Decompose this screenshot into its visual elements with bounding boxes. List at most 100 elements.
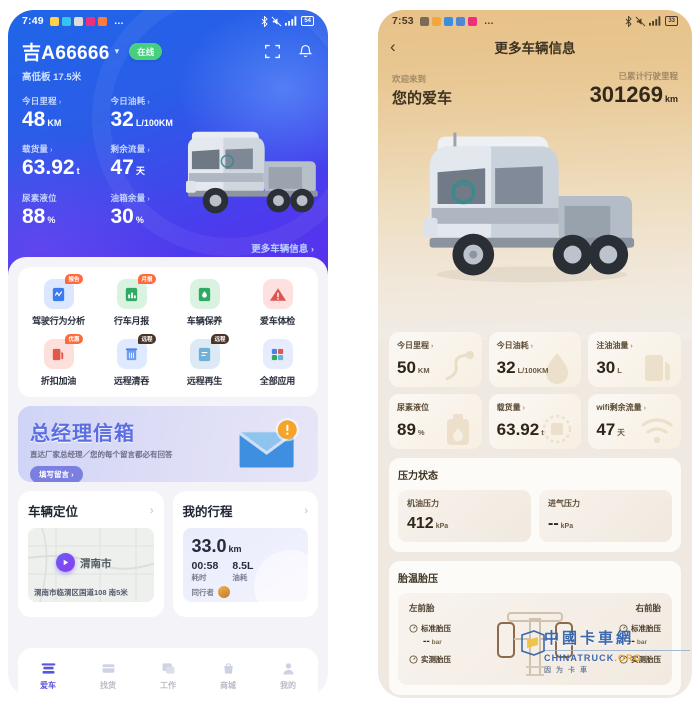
gauge-icon	[409, 655, 418, 664]
stat-value: 30%	[110, 204, 144, 228]
watermark-cn: 中國卡車網	[544, 630, 635, 647]
mute-icon	[271, 16, 282, 26]
pressure-status-section: 压力状态 机油压力 412 kPa 进气压力 -- kPa	[389, 458, 681, 552]
welcome-row: 欢迎来到 您的爱车 已累计行驶里程 301269 km	[378, 62, 692, 108]
apps-card: 报告 驾驶行为分析 月报 行车月报 车辆保养 爱车体检 优惠 折扣加油 远程 远…	[18, 267, 318, 397]
stat-item[interactable]: 今日油耗 › 32 L/100KM	[111, 95, 200, 133]
maintenance-icon	[189, 279, 220, 309]
watermark-divider	[544, 650, 690, 651]
app-monthly-report[interactable]: 月报 行车月报	[95, 274, 168, 327]
metric-card[interactable]: 载货量 › 63.92 t	[488, 394, 582, 449]
left-tire-readings: 标准胎压 -- bar 实测胎压	[409, 623, 451, 667]
app-icon	[443, 16, 453, 26]
app-driving-behavior-analysis[interactable]: 报告 驾驶行为分析	[22, 274, 95, 327]
metric-value: 63.92 t	[496, 420, 544, 439]
status-app-icons: …	[49, 15, 124, 27]
left-front-tire-title: 左前胎	[409, 603, 435, 613]
work-icon	[162, 662, 174, 674]
chevron-down-icon[interactable]: ▾	[115, 46, 120, 57]
analysis-icon: 报告	[43, 274, 83, 309]
chinatruck-watermark: 中國卡車網 CHINATRUCK.ORG 因为卡車	[521, 627, 690, 675]
app-label: 远程再生	[186, 376, 223, 386]
tab-work[interactable]: 工作	[138, 660, 198, 691]
vehicle-plate[interactable]: 吉A66666	[22, 38, 110, 65]
my-trip-card[interactable]: 我的行程 › 33.0 km 00:58 耗时 8.5L 油耗 同行者	[172, 491, 318, 617]
tire-reading-label: 实测胎压	[421, 655, 451, 664]
app-vehicle-inspection[interactable]: 爱车体检	[241, 279, 314, 327]
watermark-logo-icon	[521, 630, 545, 656]
stat-label: 剩余流量 ›	[110, 144, 150, 155]
app-remote-regeneration[interactable]: 远程 远程再生	[168, 334, 241, 387]
truck-image-large	[423, 132, 635, 283]
app-label: 车辆保养	[186, 316, 223, 326]
metric-value: 30 L	[596, 358, 622, 377]
metric-card[interactable]: 尿素液位 89%	[389, 394, 482, 449]
metric-card[interactable]: wifi剩余流量 › 47 天	[588, 394, 681, 449]
person-icon	[282, 662, 294, 674]
more-vehicle-info-link[interactable]: 更多车辆信息 ›	[251, 241, 314, 255]
tab-profile[interactable]: 我的	[258, 660, 318, 691]
stat-item[interactable]: 剩余流量 › 47 天	[111, 143, 200, 181]
status-overflow: …	[113, 15, 124, 27]
status-time: 7:49	[22, 15, 44, 27]
app-all-applications[interactable]: 全部应用	[241, 339, 314, 387]
vehicle-header-panel: 7:49 … 54 吉A66666 ▾ 在线 高低板 17.5米 今日里程 › …	[8, 10, 328, 275]
regen-icon: 远程	[189, 334, 229, 369]
clock-icon	[61, 16, 71, 26]
app-icon	[431, 16, 441, 26]
battery-indicator: 54	[301, 16, 314, 26]
pressure-items: 机油压力 412 kPa 进气压力 -- kPa	[398, 490, 672, 542]
chevron-right-icon[interactable]: ›	[150, 505, 154, 517]
left-phone-screen: 7:49 … 54 吉A66666 ▾ 在线 高低板 17.5米 今日里程 › …	[8, 10, 328, 698]
metric-card[interactable]: 注油油量 › 30 L	[588, 332, 681, 387]
map-address: 渭南市临渭区国道108 南5米	[34, 587, 128, 597]
stat-label: 今日油耗 ›	[110, 96, 150, 106]
bell-icon[interactable]	[297, 43, 314, 60]
mute-icon	[635, 16, 646, 26]
card-title: 我的行程	[182, 505, 233, 519]
stat-label: 尿素液位	[22, 192, 57, 203]
app-discount-refuel[interactable]: 优惠 折扣加油	[22, 334, 95, 387]
fuel-icon: 优惠	[43, 334, 83, 369]
tab-label: 爱车	[40, 680, 56, 690]
app-remote-purge[interactable]: 远程 远程清吞	[95, 334, 168, 387]
scan-icon[interactable]	[264, 43, 281, 60]
welcome-big: 您的爱车	[392, 90, 453, 107]
gallery-icon	[467, 16, 477, 26]
app-icon	[455, 16, 465, 26]
stat-item[interactable]: 今日里程 › 48 KM	[22, 95, 111, 133]
grid-icon	[262, 339, 293, 369]
right-nav-bar: ‹ 更多车辆信息	[378, 32, 692, 62]
stat-item[interactable]: 载货量 › 63.92 t	[22, 143, 111, 181]
metric-card[interactable]: 今日油耗 › 32 L/100KM	[488, 332, 582, 387]
stat-item[interactable]: 油箱余量 › 30%	[111, 192, 200, 230]
map-preview[interactable]: 渭南市 渭南市临渭区国道108 南5米	[28, 528, 154, 602]
metric-card[interactable]: 今日里程 › 50 KM	[389, 332, 482, 387]
avatar	[218, 586, 230, 598]
trip-companion: 同行者	[192, 586, 300, 598]
signal-icon	[285, 16, 297, 26]
truck-icon	[41, 662, 55, 674]
app-badge: 月报	[138, 274, 156, 284]
card-title: 车辆定位	[28, 505, 79, 519]
app-icon	[97, 16, 107, 26]
trip-duration: 00:58 耗时	[191, 560, 219, 582]
welcome-small: 欢迎来到	[392, 74, 427, 84]
tab-shop[interactable]: 商城	[198, 660, 258, 691]
chevron-right-icon[interactable]: ›	[304, 505, 308, 517]
gm-banner-button[interactable]: 填写留言 ›	[30, 466, 83, 482]
apps-grid: 报告 驾驶行为分析 月报 行车月报 车辆保养 爱车体检 优惠 折扣加油 远程 远…	[22, 274, 314, 387]
tab-my-vehicle[interactable]: 爱车	[18, 660, 78, 691]
app-label: 爱车体检	[259, 316, 296, 326]
stat-label: 今日里程 ›	[22, 96, 62, 106]
tab-find-cargo[interactable]: 找货	[78, 660, 138, 691]
app-vehicle-maintenance[interactable]: 车辆保养	[168, 279, 241, 327]
stat-item[interactable]: 尿素液位 88%	[22, 192, 111, 230]
clean-icon: 远程	[116, 334, 156, 369]
card-header: 车辆定位 ›	[28, 501, 154, 520]
status-right-icons: 54	[261, 15, 314, 27]
report-icon: 月报	[116, 274, 156, 309]
back-button[interactable]: ‹	[390, 37, 396, 57]
vehicle-location-card[interactable]: 车辆定位 › 渭南市 渭南市临渭区国道108 南5米	[18, 491, 164, 617]
gm-mailbox-banner[interactable]: 总经理信箱 直达厂家总经理／您的每个留言都必有回答 填写留言 ›	[18, 406, 318, 482]
